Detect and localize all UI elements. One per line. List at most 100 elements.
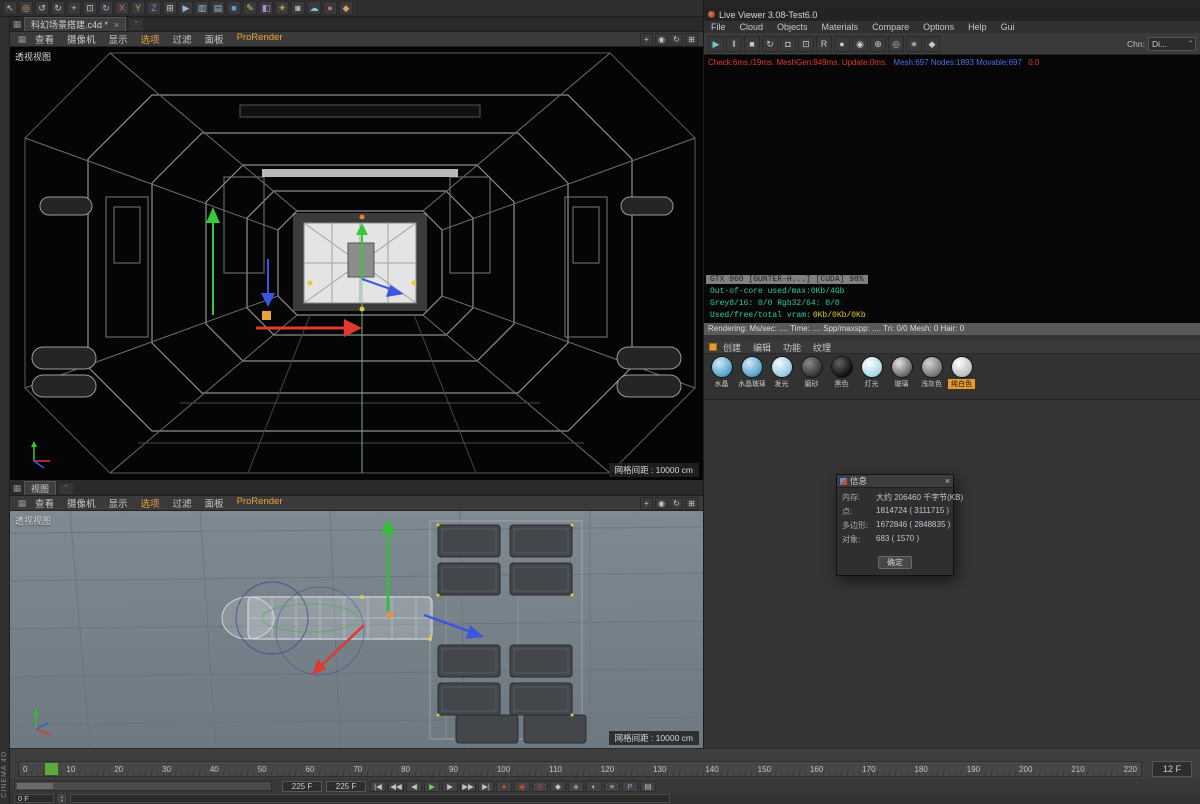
material-swatch[interactable]: 磨砂 — [798, 356, 825, 397]
select-tool-icon[interactable]: ↖ — [3, 1, 17, 15]
material-manager-menu-item[interactable]: 创建 — [723, 341, 741, 354]
tab-list-dropdown[interactable]: ˇ — [128, 18, 145, 31]
current-frame-marker[interactable] — [45, 763, 58, 775]
material-manager-menu-item[interactable]: 编辑 — [753, 341, 771, 354]
pin-window-icon[interactable]: ◆ — [924, 35, 940, 52]
material-manager-menu-item[interactable]: 纹理 — [813, 341, 831, 354]
info-dialog[interactable]: 信息 × 内存: 大约 206460 千字节(KB) 点: 1814724 ( … — [836, 474, 963, 576]
live-viewer-menu-item[interactable]: Materials — [815, 22, 866, 32]
autokey-icon[interactable]: ◎ — [532, 780, 548, 792]
y-axis-lock-icon[interactable]: Y — [131, 1, 145, 15]
picture-viewer-icon[interactable]: ▥ — [195, 1, 209, 15]
viewport2-tab[interactable]: 视图 — [24, 481, 57, 495]
clay-mode-icon[interactable]: ● — [834, 35, 850, 52]
frame-indicator[interactable]: 12 F — [1152, 761, 1192, 777]
material-picker-icon[interactable]: ◉ — [852, 35, 868, 52]
toggle-views-icon[interactable]: ⊞ — [685, 496, 698, 510]
snap-settings-icon[interactable]: ◆ — [339, 1, 353, 15]
material-sphere[interactable] — [860, 356, 883, 378]
render-view[interactable]: Check:6ms./19ms. MeshGen:949ms. Update:0… — [704, 55, 1200, 323]
viewport-menu-item[interactable]: 面板 — [205, 496, 224, 510]
record-position-icon[interactable]: ◉ — [514, 780, 530, 792]
live-viewer-menu-item[interactable]: Help — [961, 22, 994, 32]
info-dialog-titlebar[interactable]: 信息 × — [837, 475, 953, 488]
viewport-menu-item[interactable]: ProRender — [237, 496, 283, 510]
live-viewer-menu-item[interactable]: Objects — [770, 22, 815, 32]
viewport-menu-item[interactable]: 显示 — [109, 32, 128, 46]
close-icon[interactable]: × — [945, 476, 950, 486]
lock-view-icon[interactable]: ◘ — [780, 35, 796, 52]
material-icon[interactable]: ● — [323, 1, 337, 15]
material-sphere[interactable] — [770, 356, 793, 378]
pan-view-icon[interactable]: + — [640, 496, 653, 510]
scale-tool-icon[interactable]: ⊡ — [83, 1, 97, 15]
material-sphere[interactable] — [740, 356, 763, 378]
document-tab[interactable]: 科幻场景搭建.c4d * × — [24, 17, 127, 31]
prev-frame-icon[interactable]: ◀ — [406, 780, 422, 792]
current-frame-field[interactable]: 0 F — [14, 794, 54, 803]
zoom-view-icon[interactable]: ◉ — [655, 496, 668, 510]
camera-sync-icon[interactable]: ◎ — [888, 35, 904, 52]
toggle-views-icon[interactable]: ⊞ — [685, 32, 698, 46]
focus-picker-icon[interactable]: ⊕ — [870, 35, 886, 52]
material-sphere[interactable] — [890, 356, 913, 378]
material-swatch[interactable]: 水晶玻璃 — [738, 356, 765, 397]
stop-render-icon[interactable]: ■ — [744, 35, 760, 52]
frame-stepper[interactable]: ▲ ▼ — [58, 794, 66, 803]
live-viewer-menu-item[interactable]: File — [704, 22, 733, 32]
material-swatch[interactable]: 玻璃 — [888, 356, 915, 397]
viewport-perspective[interactable]: 透视视图 网格间距 : 10000 cm — [10, 47, 703, 480]
viewport1-canvas[interactable] — [10, 47, 703, 480]
material-swatch[interactable]: 纯白色 — [948, 356, 975, 397]
settings-gear-icon[interactable]: ∗ — [906, 35, 922, 52]
coordinate-system-icon[interactable]: ⊞ — [163, 1, 177, 15]
sky-icon[interactable]: ☁ — [307, 1, 321, 15]
light-icon[interactable]: ☀ — [275, 1, 289, 15]
viewport-menu-item[interactable]: 摄像机 — [67, 32, 96, 46]
zoom-view-icon[interactable]: ◉ — [655, 32, 668, 46]
render-view-icon[interactable]: ▶ — [179, 1, 193, 15]
ok-button[interactable]: 确定 — [878, 556, 912, 569]
range-start-field[interactable]: 225 F — [282, 780, 322, 792]
play-button[interactable]: ▶ — [424, 780, 440, 792]
material-sphere[interactable] — [830, 356, 853, 378]
live-viewer-menu-item[interactable]: Cloud — [733, 22, 771, 32]
material-swatch[interactable]: 发光 — [768, 356, 795, 397]
x-axis-lock-icon[interactable]: X — [115, 1, 129, 15]
record-keyframe-icon[interactable]: ● — [496, 780, 512, 792]
move-tool-icon[interactable]: + — [67, 1, 81, 15]
material-manager-menu-item[interactable]: 功能 — [783, 341, 801, 354]
goto-end-icon[interactable]: ▶| — [478, 780, 494, 792]
viewport-top[interactable]: 透视视图 网格间距 : 10000 cm — [9, 510, 704, 749]
undo-icon[interactable]: ↺ — [35, 1, 49, 15]
pause-render-icon[interactable]: ‖ — [726, 35, 742, 52]
viewport-menu-item[interactable]: 选项 — [141, 32, 160, 46]
z-axis-lock-icon[interactable]: Z — [147, 1, 161, 15]
preview-range-slider[interactable] — [14, 781, 272, 791]
live-selection-icon[interactable]: ◎ — [19, 1, 33, 15]
solo-icon[interactable]: ◐ — [586, 780, 602, 792]
magnet-snap-icon[interactable]: ◈ — [568, 780, 584, 792]
close-tab-icon[interactable]: × — [114, 20, 119, 30]
render-settings-icon[interactable]: ▤ — [211, 1, 225, 15]
material-sphere[interactable] — [950, 356, 973, 378]
range-end-field[interactable]: 225 F — [326, 780, 366, 792]
viewport-menu-item[interactable]: 选项 — [141, 496, 160, 510]
material-swatch[interactable]: 黑色 — [828, 356, 855, 397]
viewport-menu-item[interactable]: 面板 — [205, 32, 224, 46]
region-render-icon[interactable]: ⊡ — [798, 35, 814, 52]
material-swatch[interactable]: 水晶 — [708, 356, 735, 397]
generators-icon[interactable]: ◧ — [259, 1, 273, 15]
goto-start-icon[interactable]: |◀ — [370, 780, 386, 792]
prev-key-icon[interactable]: ◀◀ — [388, 780, 404, 792]
material-swatch[interactable]: 灯光 — [858, 356, 885, 397]
spline-pen-icon[interactable]: ✎ — [243, 1, 257, 15]
viewport-menu-item[interactable]: 查看 — [35, 32, 54, 46]
redo-icon[interactable]: ↻ — [51, 1, 65, 15]
viewport2-tab-dropdown[interactable]: ˇ — [58, 482, 75, 495]
material-swatch[interactable]: 浅灰色 — [918, 356, 945, 397]
material-sphere[interactable] — [710, 356, 733, 378]
render-start-icon[interactable]: ▶ — [708, 35, 724, 52]
timeline-options-icon[interactable]: ▤ — [640, 780, 656, 792]
channel-select[interactable]: Di... ˇ — [1148, 36, 1196, 51]
